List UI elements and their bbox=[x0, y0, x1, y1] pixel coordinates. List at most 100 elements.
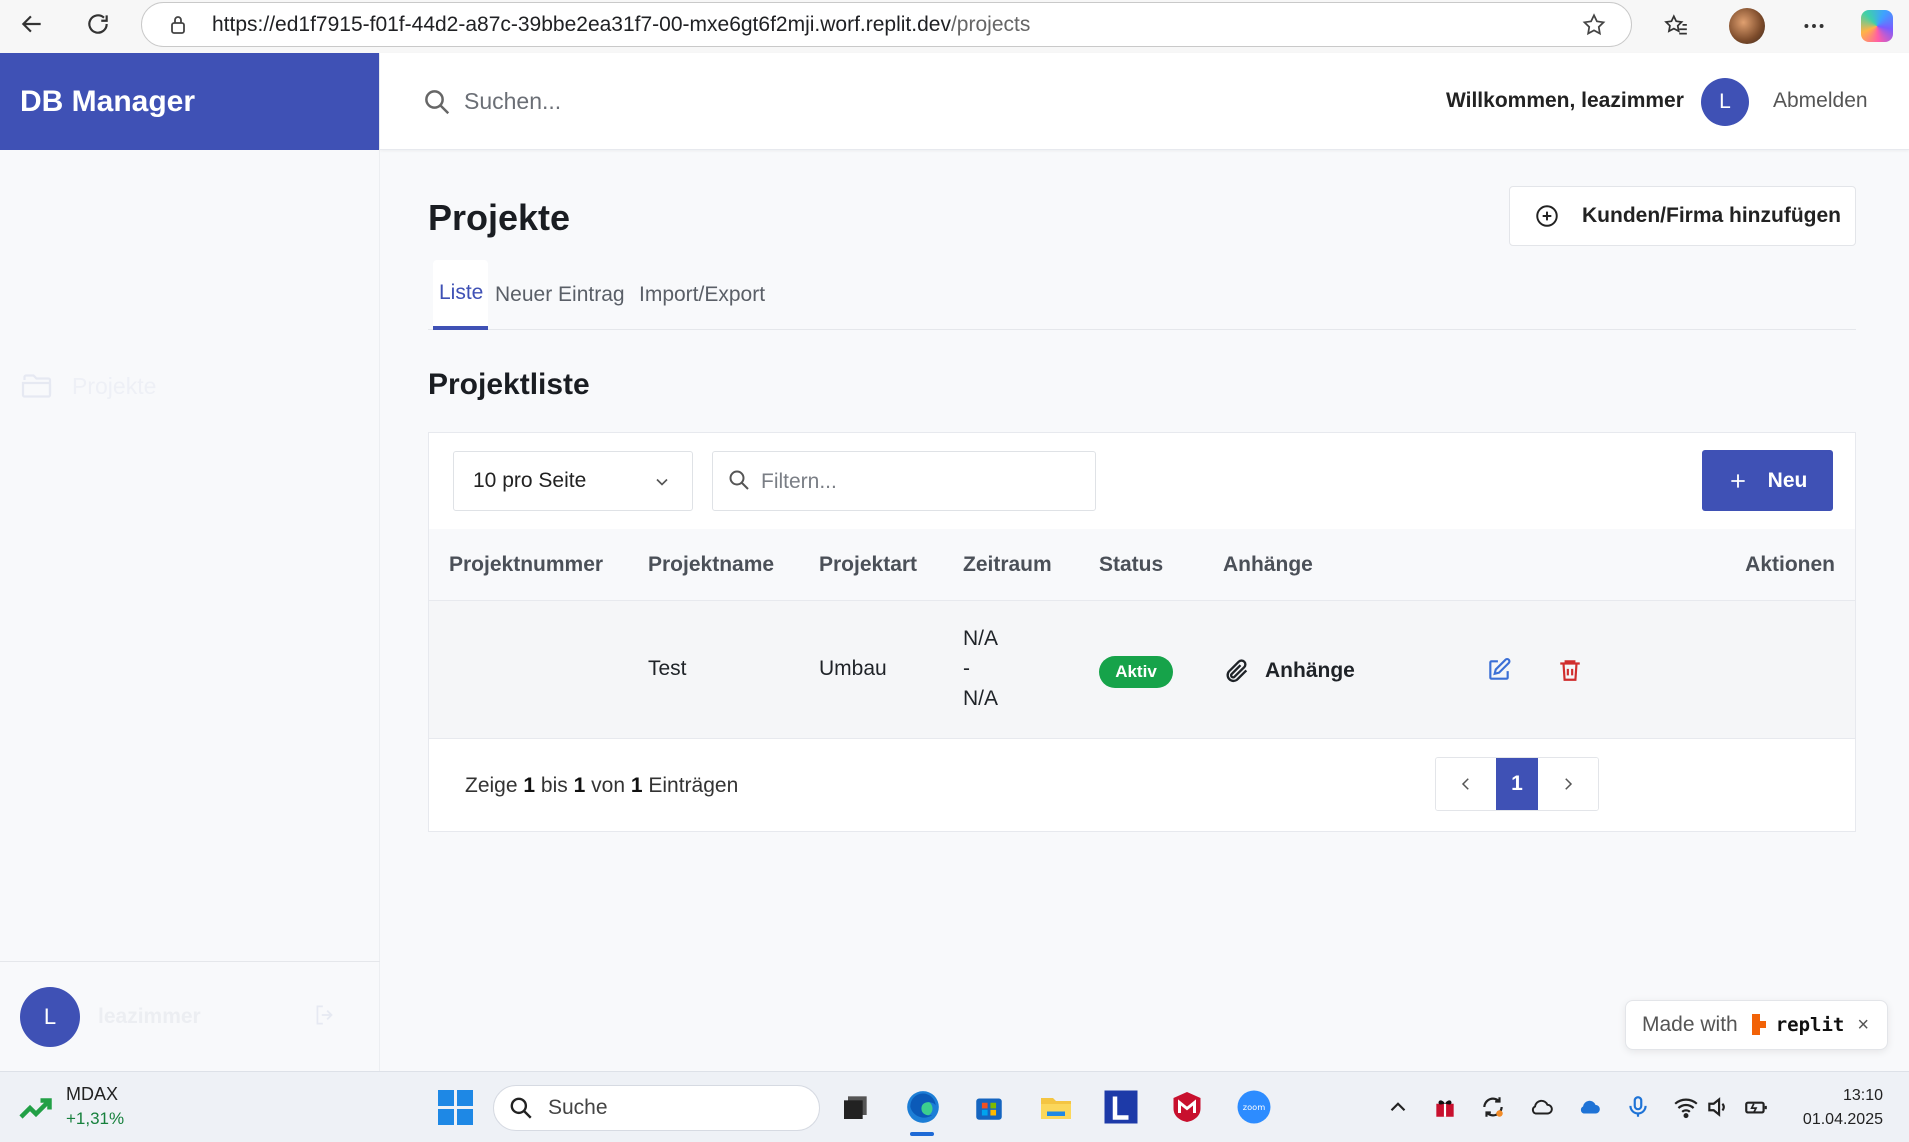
tab-neuer-eintrag[interactable]: Neuer Eintrag bbox=[489, 260, 631, 330]
summary-from: 1 bbox=[523, 774, 536, 797]
sidebar: DB Manager Projekte L leazimmer bbox=[0, 53, 380, 1071]
column-header[interactable]: Status bbox=[1099, 553, 1163, 577]
attachments-link[interactable]: Anhänge bbox=[1223, 657, 1355, 685]
trash-icon[interactable] bbox=[1557, 657, 1583, 683]
column-header[interactable]: Anhänge bbox=[1223, 553, 1313, 577]
logout-button[interactable]: Abmelden bbox=[1773, 89, 1868, 113]
prev-page-button[interactable] bbox=[1436, 758, 1496, 810]
back-icon[interactable] bbox=[12, 4, 52, 44]
address-bar[interactable]: https://ed1f7915-f01f-44d2-a87c-39bbe2ea… bbox=[141, 2, 1632, 47]
summary-prefix: Zeige bbox=[465, 774, 518, 797]
column-header[interactable]: Projektname bbox=[648, 553, 774, 577]
made-with-label: Made with bbox=[1642, 1013, 1738, 1036]
zoom-icon[interactable]: zoom bbox=[1232, 1085, 1276, 1129]
tab-import-export[interactable]: Import/Export bbox=[633, 260, 771, 330]
search-icon bbox=[510, 1097, 532, 1119]
trend-up-icon bbox=[19, 1098, 52, 1119]
active-app-indicator bbox=[910, 1132, 934, 1136]
replit-brand-text: replit bbox=[1775, 1014, 1845, 1036]
status-badge: Aktiv bbox=[1099, 656, 1173, 688]
pagination: 1 bbox=[1435, 757, 1599, 811]
edit-icon[interactable] bbox=[1486, 657, 1512, 683]
header: Willkommen, leazimmer L Abmelden bbox=[380, 53, 1909, 150]
browser-toolbar: https://ed1f7915-f01f-44d2-a87c-39bbe2ea… bbox=[0, 0, 1909, 53]
summary-suffix: Einträgen bbox=[648, 774, 739, 797]
edge-browser-icon[interactable] bbox=[901, 1085, 945, 1129]
taskbar: MDAX +1,31% Suche zoom 13:10 01.04.2025 bbox=[0, 1071, 1909, 1142]
search-icon bbox=[425, 90, 450, 115]
cloud-outline-icon[interactable] bbox=[1528, 1094, 1554, 1120]
welcome-text: Willkommen, leazimmer bbox=[1446, 89, 1684, 112]
section-title: Projektliste bbox=[428, 368, 590, 401]
chevron-left-icon bbox=[1461, 778, 1469, 790]
battery-icon[interactable] bbox=[1743, 1094, 1769, 1120]
url-path: /projects bbox=[950, 12, 1031, 36]
mcafee-icon[interactable] bbox=[1165, 1085, 1209, 1129]
svg-text:zoom: zoom bbox=[1243, 1102, 1265, 1112]
summary-to-word: bis bbox=[540, 774, 568, 797]
plus-circle-icon bbox=[1536, 205, 1558, 227]
attachments-label: Anhänge bbox=[1265, 659, 1355, 682]
windows-start-icon[interactable] bbox=[433, 1085, 477, 1129]
onedrive-icon[interactable] bbox=[1576, 1094, 1602, 1120]
copilot-icon[interactable] bbox=[1857, 6, 1897, 46]
search-input[interactable] bbox=[464, 79, 864, 123]
replit-logo: replit bbox=[1751, 1014, 1845, 1036]
chevron-up-icon[interactable] bbox=[1385, 1094, 1411, 1120]
filter-input[interactable] bbox=[761, 466, 1081, 498]
chevron-down-icon bbox=[656, 478, 668, 486]
new-project-button[interactable]: Neu bbox=[1702, 450, 1833, 511]
system-clock[interactable]: 13:10 01.04.2025 bbox=[1793, 1084, 1883, 1132]
cell-projektname: Test bbox=[648, 657, 687, 680]
folder-icon bbox=[21, 374, 52, 398]
add-company-button[interactable]: Kunden/Firma hinzufügen bbox=[1509, 186, 1856, 246]
cell-projektart: Umbau bbox=[819, 657, 887, 680]
column-header[interactable]: Projektart bbox=[819, 553, 917, 577]
favorite-star-icon[interactable] bbox=[1581, 12, 1607, 38]
per-page-value: 10 pro Seite bbox=[473, 469, 587, 492]
tab-liste[interactable]: Liste bbox=[433, 260, 488, 330]
summary-to: 1 bbox=[573, 774, 586, 797]
reload-icon[interactable] bbox=[78, 4, 118, 44]
per-page-select[interactable]: 10 pro Seite bbox=[453, 451, 693, 511]
profile-picture[interactable] bbox=[1727, 6, 1767, 46]
new-label: Neu bbox=[1767, 468, 1808, 492]
file-explorer-icon[interactable] bbox=[1034, 1085, 1078, 1129]
stock-widget[interactable]: MDAX +1,31% bbox=[18, 1084, 124, 1129]
url-main: https://ed1f7915-f01f-44d2-a87c-39bbe2ea… bbox=[212, 12, 951, 36]
clock-date: 01.04.2025 bbox=[1802, 1111, 1883, 1128]
summary-total: 1 bbox=[630, 774, 643, 797]
sidebar-item-projekte[interactable]: Projekte bbox=[20, 368, 156, 404]
search-icon bbox=[729, 470, 749, 490]
filter-field[interactable] bbox=[712, 451, 1096, 511]
table-row[interactable]: Test Umbau N/A - N/A Aktiv Anhänge bbox=[429, 601, 1855, 739]
lock-icon bbox=[171, 15, 185, 34]
sync-icon[interactable] bbox=[1480, 1094, 1506, 1120]
microphone-icon[interactable] bbox=[1625, 1094, 1651, 1120]
sidebar-footer: L leazimmer bbox=[0, 961, 380, 1071]
plus-icon bbox=[1730, 473, 1745, 488]
widget-value: +1,31% bbox=[66, 1109, 125, 1128]
l-app-icon[interactable] bbox=[1099, 1085, 1143, 1129]
page-title: Projekte bbox=[428, 197, 571, 238]
task-view-icon[interactable] bbox=[834, 1085, 878, 1129]
store-icon[interactable] bbox=[967, 1085, 1011, 1129]
logout-icon[interactable] bbox=[312, 1002, 338, 1028]
avatar[interactable]: L bbox=[1701, 78, 1749, 126]
cell-zeitraum-start: N/A bbox=[963, 627, 999, 650]
column-header[interactable]: Projektnummer bbox=[449, 553, 603, 577]
made-with-replit-badge[interactable]: Made with replit × bbox=[1625, 1000, 1888, 1050]
page-button[interactable]: 1 bbox=[1496, 758, 1538, 810]
more-icon[interactable] bbox=[1794, 6, 1834, 46]
speaker-icon[interactable] bbox=[1705, 1094, 1731, 1120]
close-icon[interactable]: × bbox=[1857, 1014, 1869, 1037]
summary-of-word: von bbox=[591, 774, 625, 797]
next-page-button[interactable] bbox=[1538, 758, 1598, 810]
chevron-right-icon bbox=[1565, 778, 1573, 790]
taskbar-search[interactable]: Suche bbox=[493, 1085, 820, 1131]
replit-mark-icon bbox=[1751, 1014, 1772, 1036]
favorites-icon[interactable] bbox=[1656, 6, 1696, 46]
wifi-icon[interactable] bbox=[1673, 1094, 1699, 1120]
gift-icon[interactable] bbox=[1432, 1094, 1458, 1120]
column-header[interactable]: Zeitraum bbox=[963, 553, 1052, 577]
